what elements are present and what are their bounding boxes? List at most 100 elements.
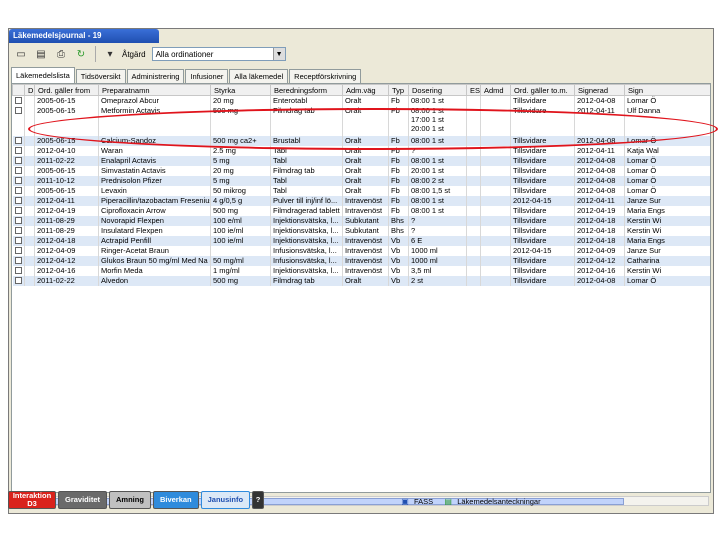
table-row[interactable]: 2011-10-12 Prednisolon Pfizer 5 mg Tabl Oral… bbox=[12, 176, 710, 186]
table-cell-route: Oralt bbox=[342, 106, 389, 136]
table-cell-sign: Lomar Ö bbox=[624, 276, 710, 286]
row-checkbox[interactable] bbox=[14, 107, 22, 114]
table-cell-date: 2012-04-18 bbox=[34, 236, 99, 246]
table-row[interactable]: 2011-02-22 Enalapril Actavis 5 mg Tabl Oralt… bbox=[12, 156, 710, 166]
row-checkbox[interactable] bbox=[14, 97, 22, 104]
table-cell-dose: 08:00 1 st bbox=[408, 95, 467, 106]
print-icon[interactable]: ⎙ bbox=[53, 46, 69, 62]
table-row[interactable]: 2011-02-22 Alvedon 500 mg Filmdrag tab Oralt… bbox=[12, 276, 710, 286]
table-cell-type: Fb bbox=[388, 176, 409, 186]
table-cell-es bbox=[466, 266, 481, 276]
column-header[interactable] bbox=[12, 84, 25, 96]
tab-time-overview[interactable]: Tidsöversikt bbox=[75, 69, 126, 83]
table-cell-strength: 20 mg bbox=[210, 95, 271, 106]
column-header[interactable]: ES bbox=[466, 84, 481, 96]
tab-medication-list[interactable]: Läkemedelslista bbox=[11, 67, 75, 83]
row-checkbox[interactable] bbox=[14, 177, 22, 184]
table-cell-form: Enterotabl bbox=[270, 95, 343, 106]
row-checkbox[interactable] bbox=[14, 217, 22, 224]
table-cell-es bbox=[466, 176, 481, 186]
arrow-down-icon[interactable]: ▾ bbox=[102, 46, 118, 62]
row-checkbox[interactable] bbox=[14, 277, 22, 284]
column-header[interactable]: Ord. gäller to.m. bbox=[510, 84, 575, 96]
help-button[interactable]: ? bbox=[252, 491, 265, 509]
column-header[interactable]: Sign bbox=[624, 84, 710, 96]
row-checkbox[interactable] bbox=[14, 227, 22, 234]
refresh-icon[interactable]: ↻ bbox=[73, 46, 89, 62]
table-row[interactable]: 2005-06-15 Omeprazol Abcur 20 mg Enterotabl… bbox=[12, 95, 710, 106]
table-cell-type: Bhs bbox=[388, 226, 409, 236]
column-header[interactable]: Preparatnamn bbox=[98, 84, 211, 96]
filter-select[interactable]: Alla ordinationer ▼ bbox=[151, 47, 286, 61]
table-cell-name: Morfin Meda bbox=[98, 266, 211, 276]
action-label[interactable]: Åtgärd bbox=[122, 50, 146, 59]
column-header[interactable]: Ord. gäller from bbox=[34, 84, 99, 96]
column-header[interactable]: Beredningsform bbox=[270, 84, 343, 96]
tab-all-medications[interactable]: Alla läkemedel bbox=[229, 69, 289, 83]
table-row[interactable]: 2011-08-29 Insulatard Flexpen 100 ie/ml Inj… bbox=[12, 226, 710, 236]
breastfeeding-button[interactable]: Amning bbox=[109, 491, 151, 509]
row-checkbox[interactable] bbox=[14, 237, 22, 244]
row-checkbox[interactable] bbox=[14, 207, 22, 214]
row-checkbox[interactable] bbox=[14, 197, 22, 204]
table-row[interactable]: 2012-04-10 Waran 2.5 mg Tabl Oralt Fb? Tillsvi… bbox=[12, 146, 710, 156]
table-cell-admd bbox=[480, 106, 511, 136]
table-row[interactable]: 2012-04-16 Morfin Meda 1 mg/ml Injektionsvä… bbox=[12, 266, 710, 276]
row-checkbox[interactable] bbox=[14, 257, 22, 264]
column-header[interactable]: Styrka bbox=[210, 84, 271, 96]
table-cell-strength: 500 mg bbox=[210, 106, 271, 136]
column-header[interactable]: Adm.väg bbox=[342, 84, 389, 96]
column-header[interactable]: Typ bbox=[388, 84, 409, 96]
side-effects-button[interactable]: Biverkan bbox=[152, 491, 199, 509]
table-row[interactable]: 2005-06-15 Levaxin 50 mikrog Tabl Oralt Fb 08:… bbox=[12, 186, 710, 196]
table-cell-es bbox=[466, 216, 481, 226]
table-row[interactable]: 2012-04-12Glukos Braun 50 mg/ml Med Na 4… bbox=[12, 256, 710, 266]
fass-link[interactable]: FASS bbox=[414, 497, 433, 506]
table-cell-date: 2011-10-12 bbox=[34, 176, 99, 186]
pregnancy-button[interactable]: Graviditet bbox=[58, 491, 108, 509]
row-checkbox[interactable] bbox=[14, 267, 22, 274]
janusinfo-button[interactable]: Janusinfo bbox=[200, 491, 251, 509]
table-cell-route: Oralt bbox=[342, 156, 389, 166]
row-checkbox[interactable] bbox=[14, 187, 22, 194]
chevron-down-icon[interactable]: ▼ bbox=[272, 48, 285, 60]
notes-icon[interactable]: ▤ bbox=[443, 496, 453, 506]
table-row[interactable]: 2012-04-18 Actrapid Penfill 100 ie/ml Injek… bbox=[12, 236, 710, 246]
fass-icon[interactable]: ▣ bbox=[400, 496, 410, 506]
table-cell-date: 2005-06-15 bbox=[34, 186, 99, 196]
table-row[interactable]: 2005-06-15 Simvastatin Actavis 20 mg Filmdr… bbox=[12, 166, 710, 176]
table-row[interactable]: 2005-06-15 Calcium-Sandoz 500 mg ca2+ Brust… bbox=[12, 136, 710, 146]
column-header[interactable]: Admd bbox=[480, 84, 511, 96]
table-cell-dose: 08:00 1 st bbox=[408, 156, 467, 166]
row-checkbox[interactable] bbox=[14, 247, 22, 254]
new-doc-icon[interactable]: ▭ bbox=[13, 46, 29, 62]
table-row[interactable]: 2012-04-09 Ringer-Acetat Braun Infusionsvä… bbox=[12, 246, 710, 256]
table-cell-form: Filmdrag tab bbox=[270, 276, 343, 286]
tab-infusions[interactable]: Infusioner bbox=[185, 69, 229, 83]
notes-link[interactable]: Läkemedelsanteckningar bbox=[457, 497, 540, 506]
table-cell-type: Fb bbox=[388, 146, 409, 156]
tab-administration[interactable]: Administrering bbox=[126, 69, 185, 83]
tab-prescribing[interactable]: Receptförskrivning bbox=[289, 69, 362, 83]
row-checkbox-cell bbox=[12, 156, 25, 166]
table-row[interactable]: 2012-04-19 Ciprofloxacin Arrow 500 mg Filmd… bbox=[12, 206, 710, 216]
table-row[interactable]: 2005-06-15 Metformin Actavis 500 mg Filmdra… bbox=[12, 106, 710, 136]
row-checkbox[interactable] bbox=[14, 157, 22, 164]
table-cell-flag bbox=[24, 276, 35, 286]
column-header[interactable]: Signerad bbox=[574, 84, 625, 96]
table-row[interactable]: 2012-04-11 Piperacillin/tazobactam Fresen… bbox=[12, 196, 710, 206]
table-cell-date: 2012-04-16 bbox=[34, 266, 99, 276]
table-cell-flag bbox=[24, 206, 35, 216]
row-checkbox[interactable] bbox=[14, 147, 22, 154]
table-cell-admd bbox=[480, 236, 511, 246]
interaction-button[interactable]: Interaktion D3 bbox=[8, 491, 56, 509]
table-cell-sign: Lomar Ö bbox=[624, 95, 710, 106]
table-cell-to: Tillsvidare bbox=[510, 156, 575, 166]
table-cell-admd bbox=[480, 266, 511, 276]
column-header[interactable]: Dosering bbox=[408, 84, 467, 96]
row-checkbox[interactable] bbox=[14, 137, 22, 144]
save-icon[interactable]: ▤ bbox=[33, 46, 49, 62]
row-checkbox[interactable] bbox=[14, 167, 22, 174]
column-header[interactable]: D bbox=[24, 84, 35, 96]
table-row[interactable]: 2011-08-29 Novorapid Flexpen 100 e/ml Injek… bbox=[12, 216, 710, 226]
